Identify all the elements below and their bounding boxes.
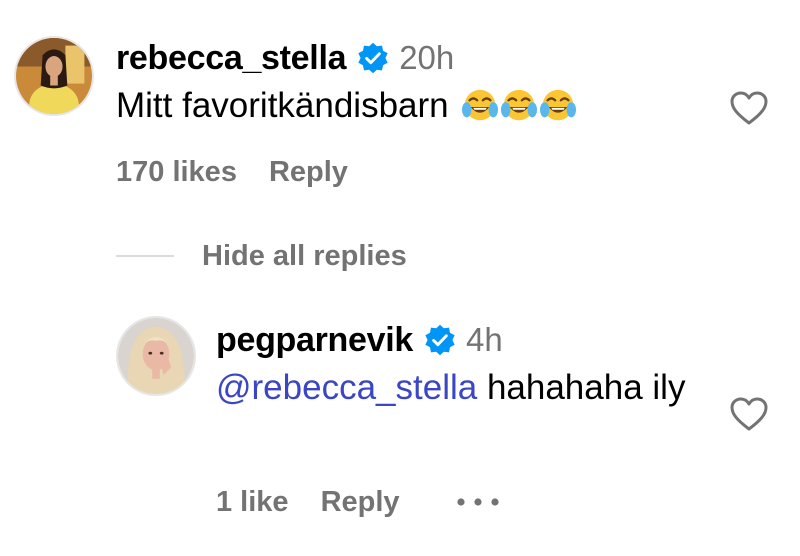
heart-outline-icon[interactable] [729, 90, 769, 126]
reply-text: @rebecca_stella hahahaha ily [216, 364, 716, 412]
comment-body: Mitt favoritkändisbarn [116, 86, 449, 125]
username-link[interactable]: rebecca_stella [116, 39, 347, 78]
face-with-tears-of-joy-icon [500, 87, 538, 125]
reply-button[interactable]: Reply [269, 156, 348, 189]
face-with-tears-of-joy-icon [539, 87, 577, 125]
heart-outline-icon[interactable] [729, 396, 769, 432]
ellipsis-icon[interactable] [456, 497, 500, 507]
reply-body: hahahaha ily [477, 368, 686, 407]
avatar-image [118, 318, 194, 394]
reply-button[interactable]: Reply [321, 486, 400, 519]
avatar[interactable] [116, 316, 196, 396]
comment-timestamp[interactable]: 20h [399, 39, 454, 77]
comment-header: rebecca_stella 20h [116, 36, 454, 80]
replies-divider [116, 255, 174, 257]
face-with-tears-of-joy-icon [461, 87, 499, 125]
mention-link[interactable]: @rebecca_stella [216, 368, 477, 407]
likes-count-button[interactable]: 170 likes [116, 156, 237, 189]
avatar-image [16, 38, 92, 114]
emoji-group [461, 87, 578, 125]
comment-actions: 170 likes Reply [116, 152, 348, 192]
verified-badge-icon [356, 41, 390, 75]
reply-header: pegparnevik 4h [216, 318, 503, 362]
verified-badge-icon [423, 323, 457, 357]
likes-count-button[interactable]: 1 like [216, 486, 289, 519]
avatar[interactable] [14, 36, 94, 116]
hide-replies-label: Hide all replies [202, 239, 407, 272]
username-link[interactable]: pegparnevik [216, 321, 413, 360]
reply-timestamp[interactable]: 4h [466, 321, 503, 359]
comment-text: Mitt favoritkändisbarn [116, 82, 578, 130]
reply-actions: 1 like Reply [216, 482, 500, 522]
hide-replies-toggle[interactable]: Hide all replies [116, 236, 407, 276]
